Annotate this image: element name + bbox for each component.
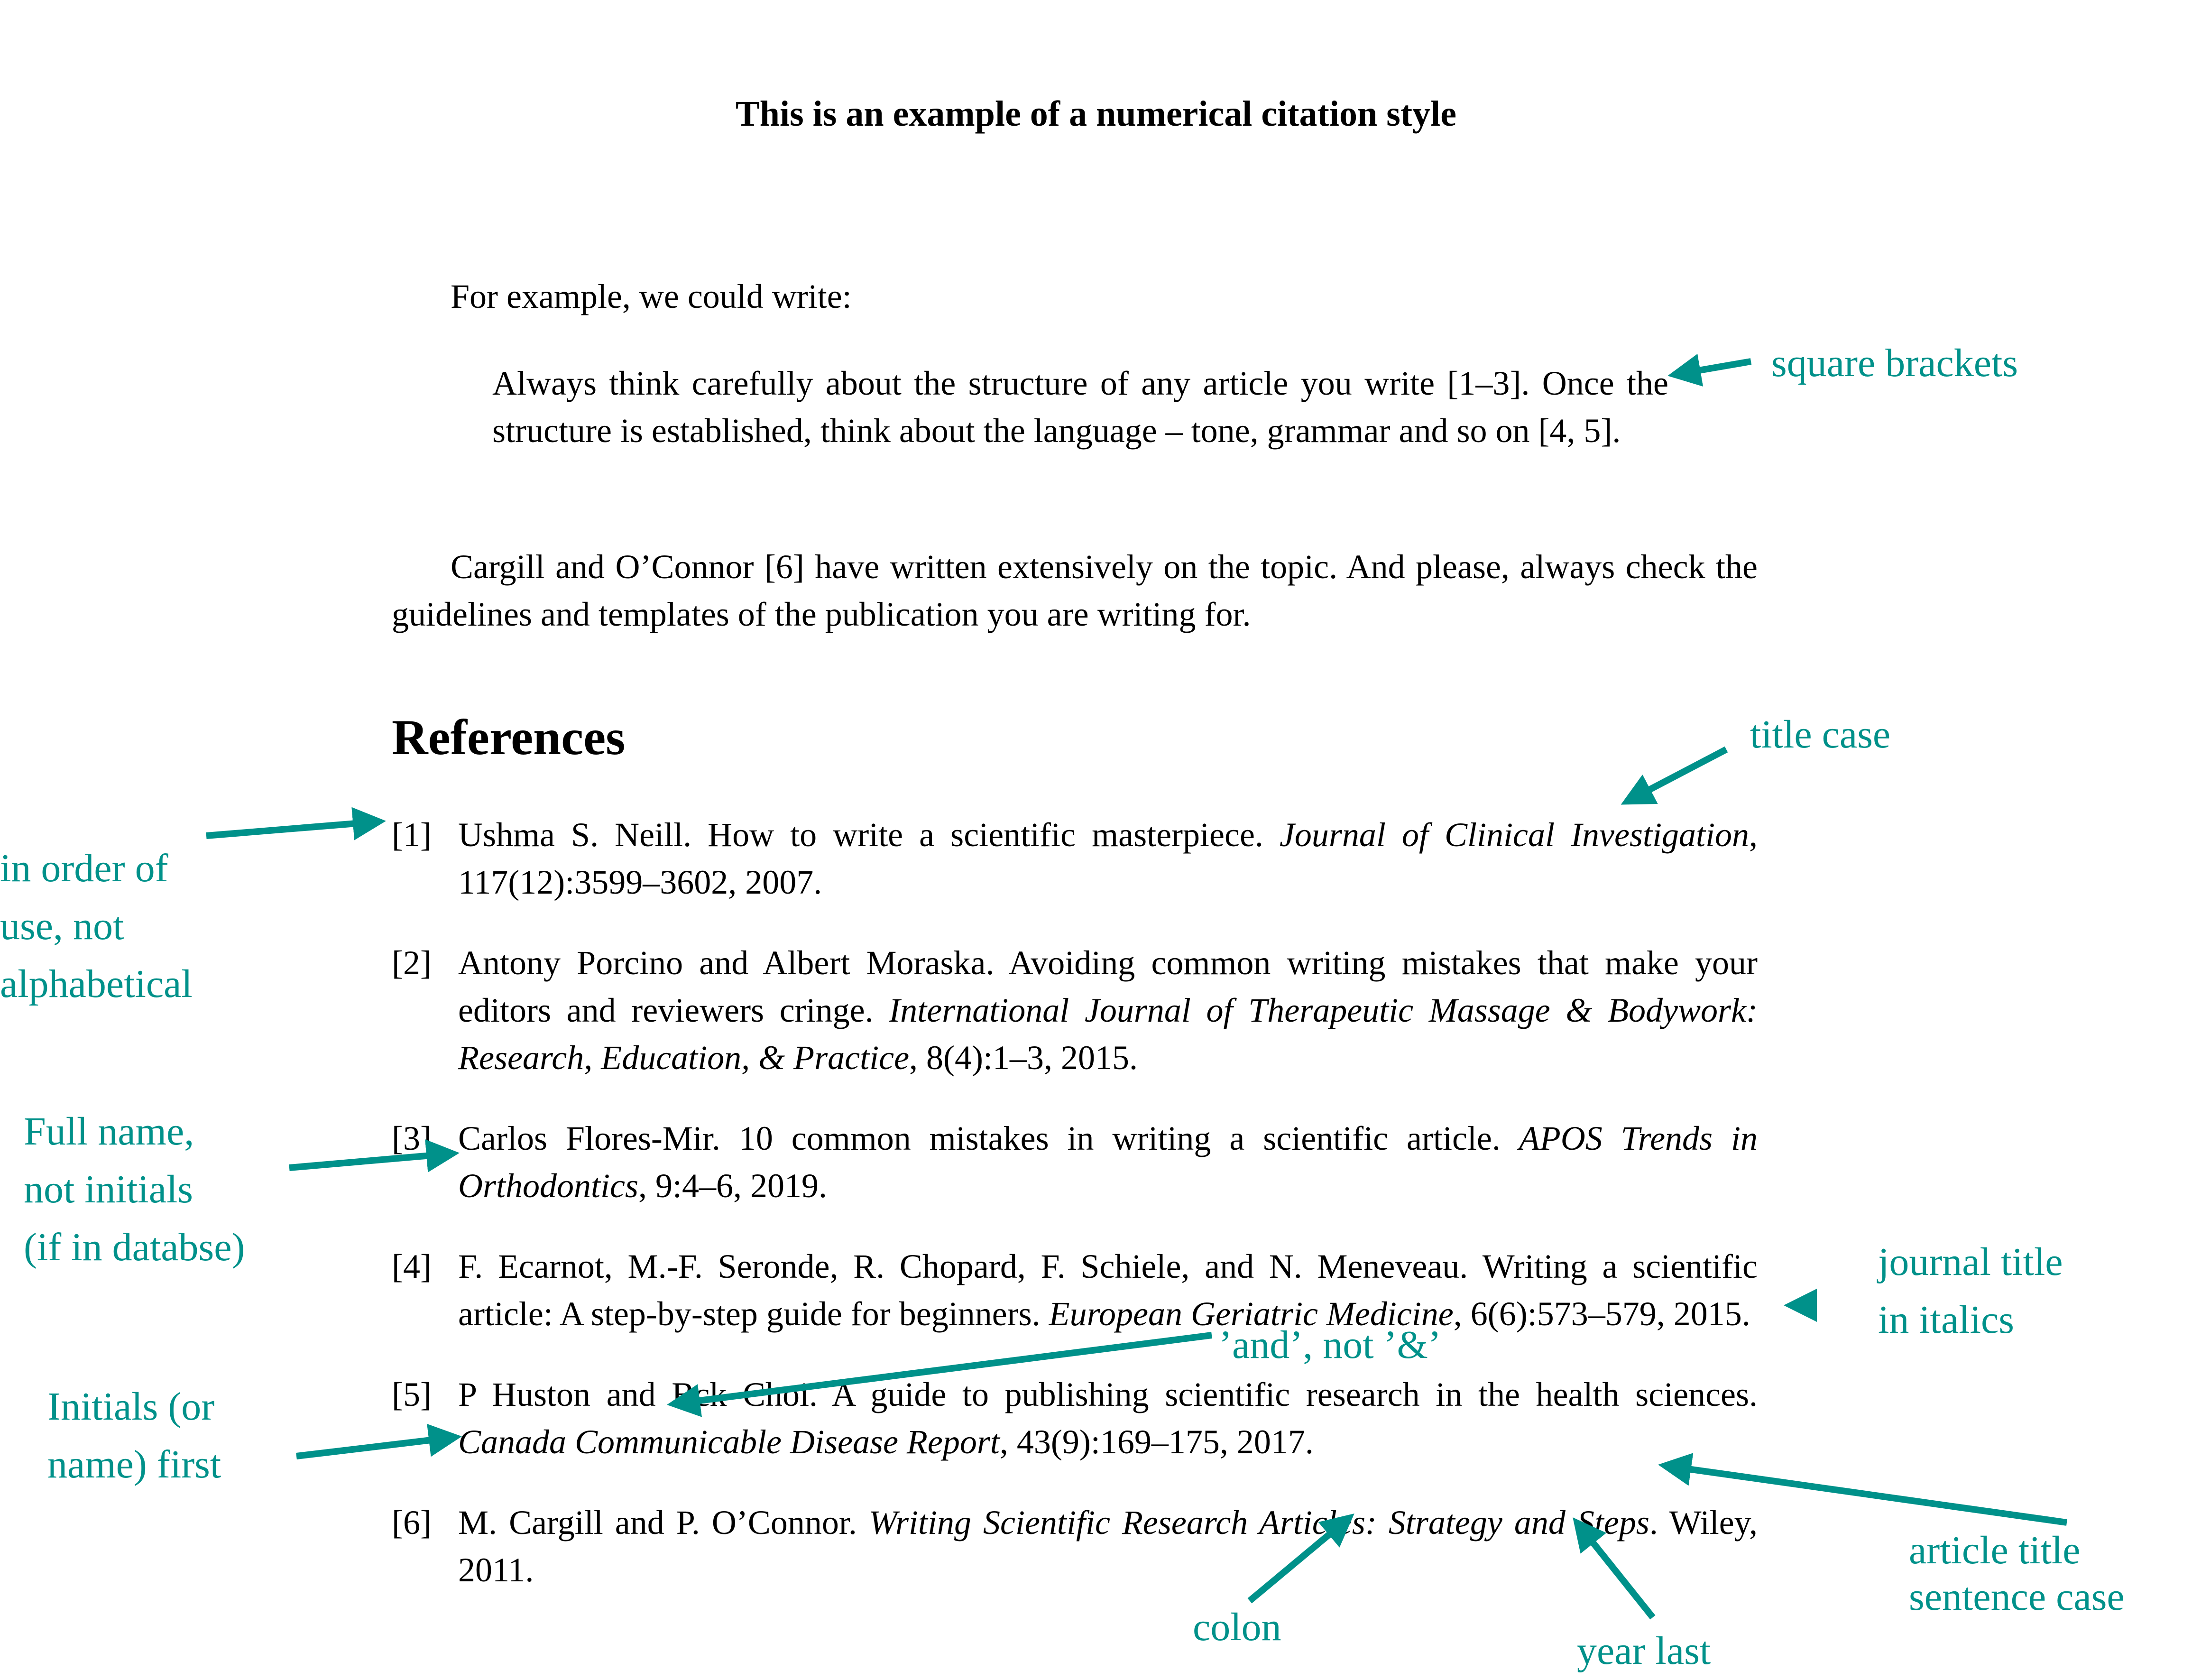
reference-number: [5] xyxy=(392,1375,432,1413)
annotation-line: in order of xyxy=(0,846,168,890)
annotation-line: in italics xyxy=(1878,1298,2014,1342)
reference-item-2: [2] Antony Porcino and Albert Moraska. Av… xyxy=(392,939,1758,1081)
reference-journal: Writing Scientific Research Articles: St… xyxy=(868,1504,1649,1542)
annotation-line: sentence case xyxy=(1909,1575,2125,1619)
reference-journal: Canada Communicable Disease Report xyxy=(458,1423,1000,1461)
annotation-year-last: year last xyxy=(1577,1629,1711,1673)
annotation-line: journal title xyxy=(1878,1240,2063,1284)
reference-number: [6] xyxy=(392,1504,432,1542)
reference-number: [4] xyxy=(392,1247,432,1285)
reference-number: [1] xyxy=(392,816,432,854)
arrow-square-brackets xyxy=(1667,353,1752,387)
reference-item-1: [1] Ushma S. Neill. How to write a scient… xyxy=(392,811,1758,906)
reference-number: [2] xyxy=(392,944,432,982)
page-title: This is an example of a numerical citati… xyxy=(736,94,1456,134)
example-quote: Always think carefully about the structu… xyxy=(492,364,1668,450)
annotation-line: not initials xyxy=(24,1167,193,1211)
references-heading: References xyxy=(392,710,626,765)
body-paragraph: Cargill and O’Connor [6] have written ex… xyxy=(392,548,1758,633)
annotation-line: use, not xyxy=(0,904,124,948)
reference-details: , 8(4):1–3, 2015. xyxy=(909,1039,1138,1077)
reference-authors-title: P Huston and Bck Choi. A guide to publis… xyxy=(458,1375,1758,1413)
reference-authors-title: Carlos Flores-Mir. 10 common mistakes in… xyxy=(458,1119,1519,1157)
annotation-order-of-use: in order of use, not alphabetical xyxy=(0,840,193,1013)
reference-authors-title: M. Cargill and P. O’Connor. xyxy=(458,1504,869,1542)
reference-details: , 6(6):573–579, 2015. xyxy=(1453,1295,1750,1333)
reference-authors-title: Ushma S. Neill. How to write a scientifi… xyxy=(458,816,1280,854)
reference-item-5: [5] P Huston and Bck Choi. A guide to pub… xyxy=(392,1371,1758,1466)
annotation-line: (if in databse) xyxy=(24,1225,245,1269)
reference-item-3: [3] Carlos Flores-Mir. 10 common mistakes… xyxy=(392,1115,1758,1209)
reference-item-6: [6] M. Cargill and P. O’Connor. Writing S… xyxy=(392,1499,1758,1594)
annotation-line: Initials (or xyxy=(47,1385,215,1429)
reference-journal: Journal of Clinical Investigation xyxy=(1279,816,1749,854)
reference-number: [3] xyxy=(392,1119,432,1157)
annotation-line: Full name, xyxy=(24,1109,194,1154)
reference-list: [1] Ushma S. Neill. How to write a scient… xyxy=(392,811,1758,1627)
annotation-initials-first: Initials (or name) first xyxy=(47,1378,221,1494)
annotation-colon: colon xyxy=(1193,1605,1281,1649)
intro-paragraph: For example, we could write: xyxy=(451,277,852,315)
annotation-line: name) first xyxy=(47,1442,221,1486)
annotation-line: alphabetical xyxy=(0,962,193,1006)
annotation-square-brackets: square brackets xyxy=(1771,341,2018,385)
arrow-order-of-use xyxy=(206,807,386,840)
reference-item-4: [4] F. Ecarnot, M.-F. Seronde, R. Chopard… xyxy=(392,1243,1758,1338)
arrow-title-case xyxy=(1621,746,1728,805)
annotation-article-sentence-case: article title sentence case xyxy=(1909,1527,2125,1620)
annotation-line: article title xyxy=(1909,1528,2081,1572)
annotation-journal-italics: journal title in italics xyxy=(1878,1233,2063,1349)
annotation-title-case: title case xyxy=(1750,712,1891,757)
reference-details: , 9:4–6, 2019. xyxy=(638,1167,828,1205)
annotation-and-not-ampersand: ’and’, not ’&’ xyxy=(1219,1323,1441,1367)
reference-details: , 43(9):169–175, 2017. xyxy=(999,1423,1314,1461)
annotation-full-name: Full name, not initials (if in databse) xyxy=(24,1103,245,1276)
